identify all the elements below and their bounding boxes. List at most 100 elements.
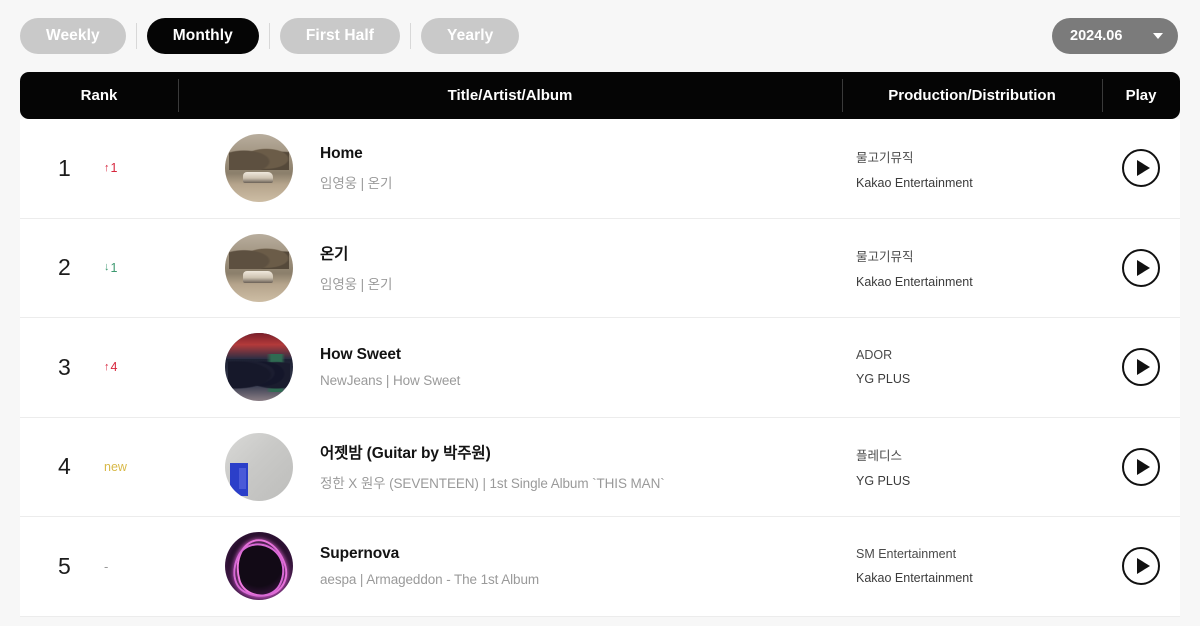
arrow-up-icon: ↑	[104, 360, 110, 373]
production-name: 물고기뮤직	[856, 150, 914, 165]
rank-change-value: 1	[110, 161, 118, 176]
song-artist-album[interactable]: 임영웅 | 온기	[320, 172, 392, 192]
album-art-ring[interactable]	[222, 529, 296, 603]
rank-change-indicator: ↑ 4	[104, 360, 117, 374]
distribution-name: Kakao Entertainment	[856, 275, 973, 290]
tab-divider	[135, 23, 137, 49]
tab-divider	[268, 23, 270, 49]
album-art-ring[interactable]	[222, 430, 296, 504]
rank-change-indicator: ↓ 1	[104, 261, 117, 275]
album-art-thumbnail	[225, 432, 293, 501]
play-triangle-icon	[1136, 458, 1150, 475]
rank-number: 1	[58, 154, 72, 181]
play-triangle-icon	[1136, 359, 1150, 376]
album-art-thumbnail	[225, 532, 293, 601]
rank-number: 5	[58, 552, 72, 579]
play-cell	[1102, 318, 1180, 417]
play-cell	[1102, 517, 1180, 616]
column-header-rank: Rank	[80, 87, 118, 104]
rank-cell: 5-	[20, 517, 178, 616]
title-cell: 온기임영웅 | 온기	[178, 219, 842, 318]
title-text-group: Home 임영웅 | 온기	[320, 145, 392, 192]
song-title[interactable]: 어젯밤 (Guitar by 박주원)	[320, 441, 665, 463]
rank-cell: 1 ↑ 1	[20, 119, 178, 218]
table-row[interactable]: 3 ↑ 4 How Sweet NewJeans | How Sweet ADOR YG P…	[20, 318, 1180, 418]
title-text-group: 어젯밤 (Guitar by 박주원) 정한 X 원우 (SEVENTEEN) |…	[320, 441, 665, 492]
rank-change-value: 1	[110, 260, 118, 275]
song-title[interactable]: How Sweet	[320, 346, 460, 364]
production-cell: 물고기뮤직 Kakao Entertainment	[842, 119, 1102, 218]
table-body: 1 ↑ 1 Home 임영웅 | 온기 물고기뮤직 Kakao Entertainment 2…	[20, 119, 1180, 617]
distribution-name: Kakao Entertainment	[856, 175, 973, 190]
album-art-ring[interactable]	[222, 330, 296, 404]
table-row[interactable]: 5- Supernova aespa | Armageddon - The 1st …	[20, 517, 1180, 617]
production-name: 플레디스	[856, 449, 903, 464]
rank-change-indicator: -	[104, 559, 108, 574]
rank-cell: 3 ↑ 4	[20, 318, 178, 417]
production-name: 물고기뮤직	[856, 250, 914, 265]
tab-first-half[interactable]: First Half	[279, 18, 401, 54]
filter-toolbar: Weekly Monthly First Half Yearly 2024.06	[0, 0, 1200, 72]
rank-change-value: new	[104, 459, 127, 474]
album-art-ring[interactable]	[222, 131, 296, 205]
title-cell: How Sweet NewJeans | How Sweet	[178, 318, 842, 417]
play-cell	[1102, 119, 1180, 218]
play-icon[interactable]	[1122, 348, 1160, 387]
arrow-down-icon: ↓	[104, 261, 110, 274]
table-header-row: Rank Title/Artist/Album Production/Distr…	[20, 72, 1180, 119]
production-name: SM Entertainment	[856, 547, 957, 562]
play-icon[interactable]	[1122, 149, 1160, 188]
song-title[interactable]: 온기	[320, 242, 392, 264]
rank-cell: 2 ↓ 1	[20, 219, 178, 318]
production-cell: ADOR YG PLUS	[842, 318, 1102, 417]
play-icon[interactable]	[1122, 248, 1160, 287]
rank-cell: 4 new	[20, 418, 178, 517]
production-cell: 물고기뮤직 Kakao Entertainment	[842, 219, 1102, 318]
play-cell	[1102, 219, 1180, 318]
rank-number: 2	[58, 254, 72, 281]
title-cell: Supernova aespa | Armageddon - The 1st Al…	[178, 517, 842, 616]
tab-monthly[interactable]: Monthly	[146, 18, 259, 54]
chart-page: Weekly Monthly First Half Yearly 2024.06 Ra…	[0, 0, 1200, 626]
song-artist-album[interactable]: 정한 X 원우 (SEVENTEEN) | 1st Single Album `…	[320, 472, 665, 492]
rank-number: 4	[58, 453, 72, 480]
album-art-thumbnail	[225, 134, 293, 203]
chevron-down-icon	[1153, 33, 1163, 39]
play-triangle-icon	[1136, 558, 1150, 575]
album-art-thumbnail	[225, 333, 293, 402]
production-cell: SM Entertainment Kakao Entertainment	[842, 517, 1102, 616]
tab-weekly[interactable]: Weekly	[20, 18, 126, 54]
song-artist-album[interactable]: aespa | Armageddon - The 1st Album	[320, 572, 539, 587]
column-header-production: Production/Distribution	[842, 72, 1102, 119]
play-icon[interactable]	[1122, 547, 1160, 586]
song-title[interactable]: Home	[320, 145, 392, 163]
production-name: ADOR	[856, 348, 893, 363]
table-row[interactable]: 1 ↑ 1 Home 임영웅 | 온기 물고기뮤직 Kakao Entertainment	[20, 119, 1180, 219]
rank-change-value: -	[104, 558, 109, 574]
distribution-name: YG PLUS	[856, 474, 911, 489]
table-row[interactable]: 4 new 어젯밤 (Guitar by 박주원) 정한 X 원우 (SEVENTEE…	[20, 417, 1180, 517]
song-artist-album[interactable]: NewJeans | How Sweet	[320, 373, 460, 388]
rank-change-value: 4	[110, 360, 118, 375]
period-tabs: Weekly Monthly First Half Yearly	[20, 16, 520, 56]
title-text-group: 온기임영웅 | 온기	[320, 242, 392, 293]
rank-table: Rank Title/Artist/Album Production/Distr…	[20, 72, 1180, 617]
play-icon[interactable]	[1122, 447, 1160, 486]
date-selector[interactable]: 2024.06	[1052, 18, 1178, 54]
rank-change-indicator: new	[104, 460, 127, 474]
distribution-name: Kakao Entertainment	[856, 571, 973, 586]
tab-yearly[interactable]: Yearly	[421, 18, 520, 54]
album-art-thumbnail	[225, 233, 293, 302]
play-cell	[1102, 418, 1180, 517]
title-cell: 어젯밤 (Guitar by 박주원) 정한 X 원우 (SEVENTEEN) |…	[178, 418, 842, 517]
tab-divider	[410, 23, 412, 49]
album-art-ring[interactable]	[222, 231, 296, 305]
play-triangle-icon	[1136, 160, 1150, 177]
song-artist-album[interactable]: 임영웅 | 온기	[320, 273, 392, 293]
column-header-play: Play	[1102, 72, 1180, 119]
production-cell: 플레디스 YG PLUS	[842, 418, 1102, 517]
title-text-group: Supernova aespa | Armageddon - The 1st Al…	[320, 545, 539, 587]
title-text-group: How Sweet NewJeans | How Sweet	[320, 346, 460, 388]
table-row[interactable]: 2 ↓ 1 온기임영웅 | 온기 물고기뮤직 Kakao Entertainment	[20, 218, 1180, 318]
song-title[interactable]: Supernova	[320, 545, 539, 563]
